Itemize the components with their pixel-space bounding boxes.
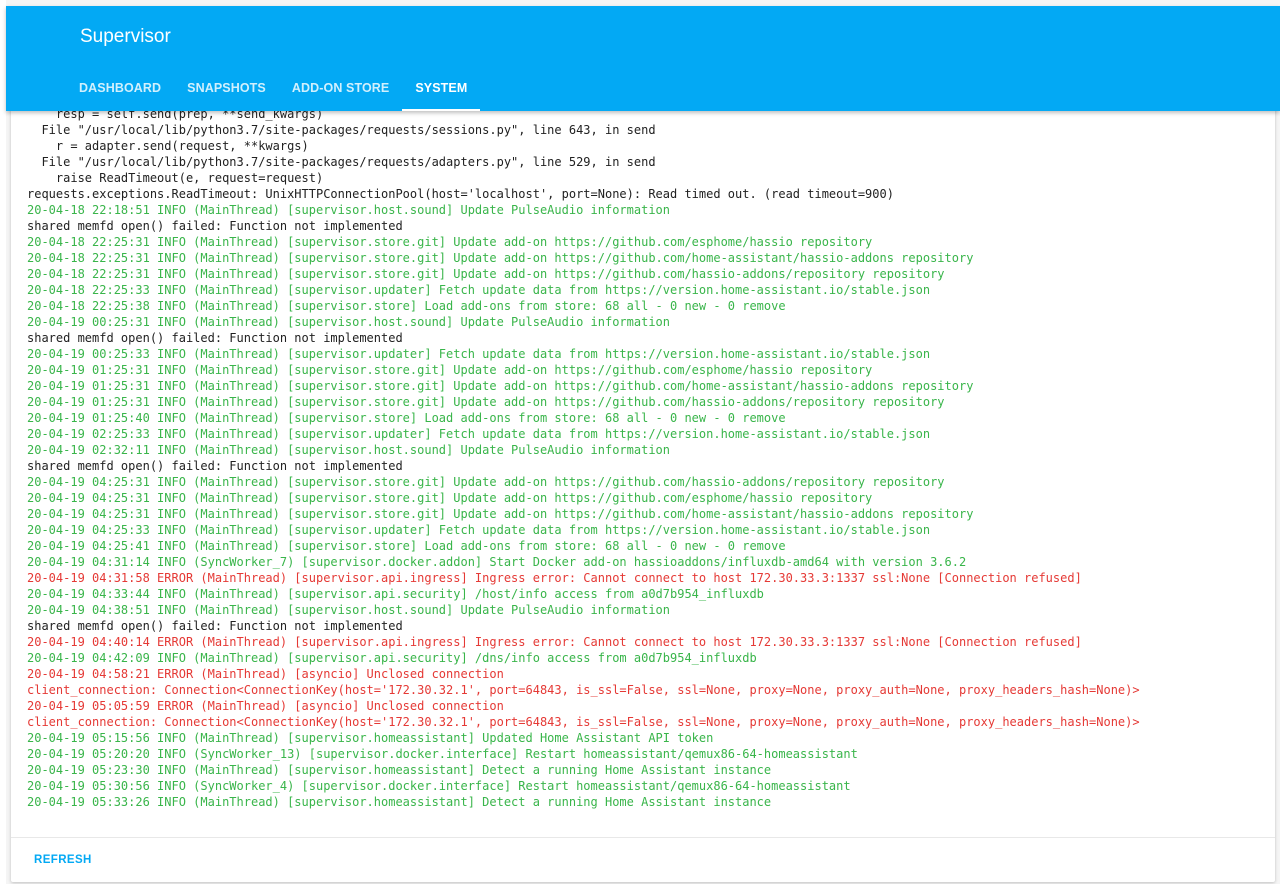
log-line: shared memfd open() failed: Function not… [27,219,403,233]
log-line: r = adapter.send(request, **kwargs) [27,139,309,153]
log-line: 20-04-19 04:31:58 ERROR (MainThread) [su… [27,571,1082,585]
refresh-button[interactable]: REFRESH [34,854,92,866]
tab-system[interactable]: SYSTEM [402,67,481,111]
tab-snapshots[interactable]: SNAPSHOTS [174,67,279,111]
log-line: 20-04-19 04:31:14 INFO (SyncWorker_7) [s… [27,555,967,569]
log-line: 20-04-19 01:25:31 INFO (MainThread) [sup… [27,379,974,393]
sidebar-edge [0,0,6,884]
system-log-card: resp = self.send(prep, **send_kwargs) Fi… [11,94,1275,882]
log-line: 20-04-19 05:30:56 INFO (SyncWorker_4) [s… [27,779,851,793]
tab-add-on-store[interactable]: ADD-ON STORE [279,67,403,111]
log-line: 20-04-19 05:33:26 INFO (MainThread) [sup… [27,795,772,809]
log-line: File "/usr/local/lib/python3.7/site-pack… [27,123,656,137]
log-line: File "/usr/local/lib/python3.7/site-pack… [27,155,656,169]
log-line: client_connection: Connection<Connection… [27,683,1140,697]
log-line: 20-04-18 22:18:51 INFO (MainThread) [sup… [27,203,670,217]
page-title: Supervisor [80,26,171,47]
tab-bar: DASHBOARD SNAPSHOTS ADD-ON STORE SYSTEM [66,67,481,111]
app-header: Supervisor DASHBOARD SNAPSHOTS ADD-ON ST… [6,6,1280,111]
log-line: 20-04-19 01:25:31 INFO (MainThread) [sup… [27,395,945,409]
log-line: requests.exceptions.ReadTimeout: UnixHTT… [27,187,894,201]
log-line: 20-04-19 02:32:11 INFO (MainThread) [sup… [27,443,670,457]
log-line: shared memfd open() failed: Function not… [27,459,403,473]
log-line: client_connection: Connection<Connection… [27,715,1140,729]
log-line: 20-04-18 22:25:38 INFO (MainThread) [sup… [27,299,786,313]
log-line: 20-04-19 04:25:31 INFO (MainThread) [sup… [27,507,974,521]
log-line: 20-04-19 04:38:51 INFO (MainThread) [sup… [27,603,670,617]
log-line: 20-04-19 04:25:41 INFO (MainThread) [sup… [27,539,786,553]
log-line: 20-04-19 02:25:33 INFO (MainThread) [sup… [27,427,931,441]
log-line: 20-04-19 04:25:31 INFO (MainThread) [sup… [27,491,873,505]
log-line: 20-04-19 04:33:44 INFO (MainThread) [sup… [27,587,764,601]
tab-dashboard[interactable]: DASHBOARD [66,67,174,111]
log-line: 20-04-19 05:23:30 INFO (MainThread) [sup… [27,763,772,777]
log-line: 20-04-19 05:15:56 INFO (MainThread) [sup… [27,731,714,745]
log-line: raise ReadTimeout(e, request=request) [27,171,324,185]
log-line: 20-04-19 05:20:20 INFO (SyncWorker_13) [… [27,747,858,761]
log-line: 20-04-18 22:25:33 INFO (MainThread) [sup… [27,283,931,297]
log-line: 20-04-19 01:25:40 INFO (MainThread) [sup… [27,411,786,425]
log-line: 20-04-19 04:42:09 INFO (MainThread) [sup… [27,651,757,665]
log-line: 20-04-19 00:25:33 INFO (MainThread) [sup… [27,347,931,361]
log-line: 20-04-18 22:25:31 INFO (MainThread) [sup… [27,251,974,265]
log-line: 20-04-19 04:40:14 ERROR (MainThread) [su… [27,635,1082,649]
log-line: shared memfd open() failed: Function not… [27,619,403,633]
log-line: 20-04-19 04:25:33 INFO (MainThread) [sup… [27,523,931,537]
log-line: 20-04-19 05:05:59 ERROR (MainThread) [as… [27,699,504,713]
log-line: shared memfd open() failed: Function not… [27,331,403,345]
log-line: 20-04-19 04:58:21 ERROR (MainThread) [as… [27,667,504,681]
card-actions: REFRESH [11,837,1275,882]
log-output[interactable]: resp = self.send(prep, **send_kwargs) Fi… [27,106,1275,812]
log-line: 20-04-18 22:25:31 INFO (MainThread) [sup… [27,235,873,249]
log-line: 20-04-19 01:25:31 INFO (MainThread) [sup… [27,363,873,377]
log-line: 20-04-19 04:25:31 INFO (MainThread) [sup… [27,475,945,489]
log-line: 20-04-19 00:25:31 INFO (MainThread) [sup… [27,315,670,329]
log-line: 20-04-18 22:25:31 INFO (MainThread) [sup… [27,267,945,281]
